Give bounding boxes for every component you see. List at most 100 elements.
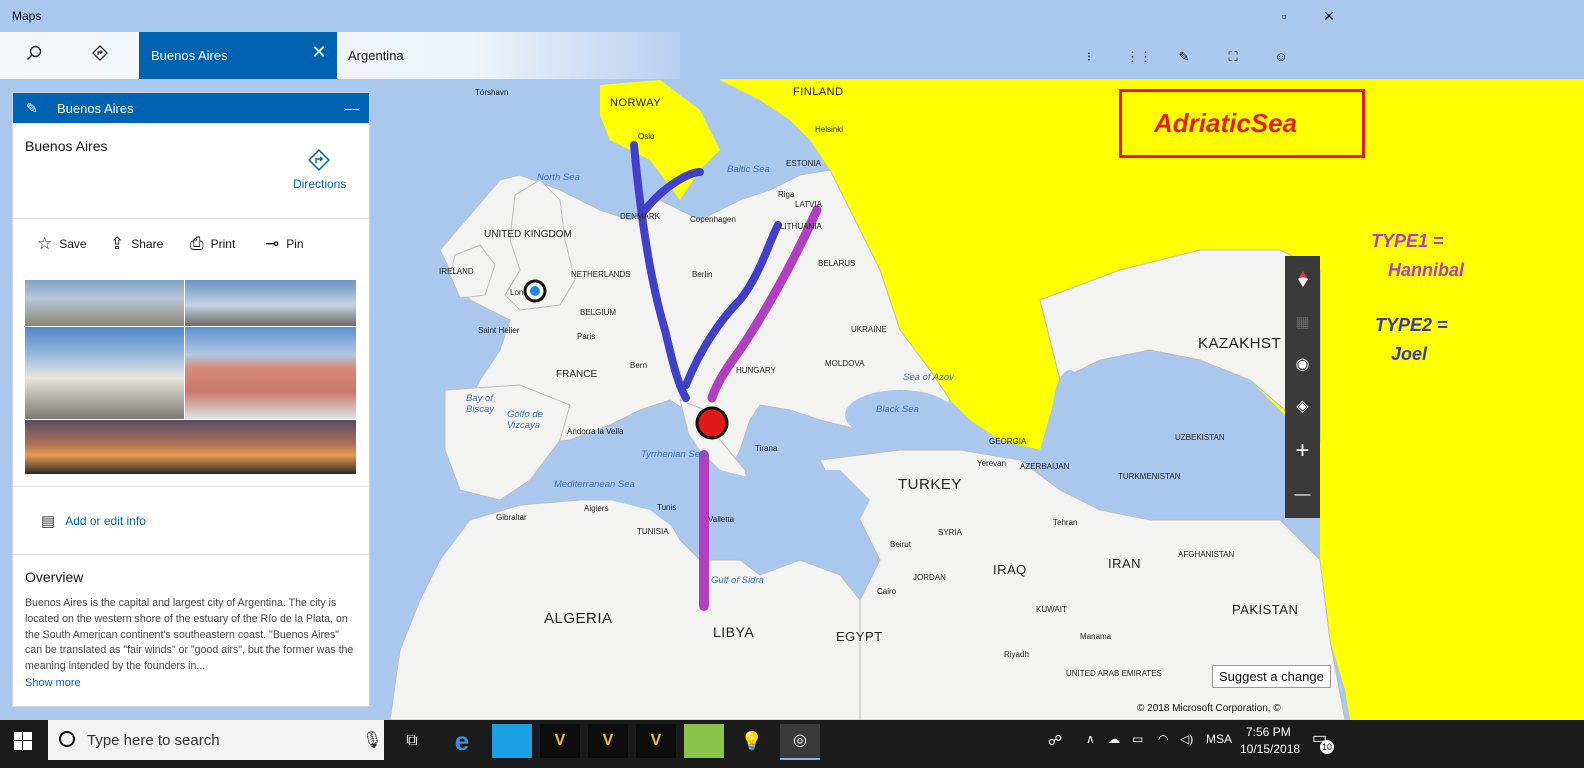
zoom-out-button[interactable]: —: [1285, 474, 1320, 516]
overview-text: Buenos Aires is the capital and largest …: [25, 597, 354, 673]
tab-close-button[interactable]: ✕: [307, 42, 331, 63]
traffic-icon[interactable]: ⁝: [1077, 45, 1101, 69]
place-name: Buenos Aires: [25, 138, 108, 154]
map-label-city: Manama: [1080, 632, 1112, 641]
close-button[interactable]: ✕: [1306, 0, 1352, 32]
map-label-sea: Black Sea: [876, 404, 919, 415]
map-label-city: Helsinki: [815, 125, 844, 134]
star-icon: ☆: [37, 234, 53, 253]
clock-time[interactable]: 7:56 PM: [1246, 725, 1291, 739]
map-label-country-large: IRAQ: [993, 562, 1027, 577]
map-label-city: Riyadh: [1004, 650, 1029, 659]
taskbar-search[interactable]: Type here to search 🎙: [48, 720, 384, 760]
measure-icon[interactable]: ⛶: [1221, 45, 1245, 69]
photo[interactable]: [185, 327, 356, 419]
tab-argentina[interactable]: Argentina: [348, 48, 404, 63]
map-label-city: Valletta: [708, 515, 735, 524]
photo-gallery[interactable]: [25, 280, 356, 474]
app-icon[interactable]: V: [540, 724, 580, 758]
chevron-up-icon[interactable]: ∧: [1086, 732, 1095, 746]
app-title: Maps: [12, 9, 42, 23]
map-label-country: IRELAND: [439, 267, 474, 276]
cloud-icon[interactable]: ☁: [1108, 732, 1120, 746]
map-label-sea: Mediterranean Sea: [554, 479, 635, 490]
lightbulb-icon[interactable]: 💡: [732, 724, 772, 758]
divider: [13, 554, 369, 555]
map-label-city: Cairo: [877, 587, 897, 596]
search-icon[interactable]: [20, 42, 48, 70]
compass-icon[interactable]: [1285, 260, 1320, 302]
print-button[interactable]: ⎙ Print: [190, 234, 235, 254]
task-view-icon[interactable]: ⧉: [392, 724, 432, 758]
share-button[interactable]: ⇪ Share: [110, 234, 163, 254]
suggest-a-change-button[interactable]: Suggest a change: [1212, 665, 1331, 688]
annotation-type2-value: Joel: [1391, 344, 1428, 364]
map-label-country: ESTONIA: [786, 159, 821, 168]
volume-icon[interactable]: ◁): [1180, 732, 1193, 746]
map-label-country: FRANCE: [556, 369, 598, 380]
save-button[interactable]: ☆ Save: [37, 234, 87, 254]
app-icon[interactable]: V: [636, 724, 676, 758]
map-label-country-large: EGYPT: [836, 629, 883, 644]
grid-icon[interactable]: ⋮⋮: [1126, 45, 1152, 69]
app-icon[interactable]: [492, 724, 532, 758]
map-label-country: AZERBAIJAN: [1020, 462, 1070, 471]
maps-app-icon[interactable]: ◎: [780, 724, 820, 760]
people-icon[interactable]: ☍: [1048, 732, 1062, 749]
map-label-country: KUWAIT: [1036, 605, 1067, 614]
language-indicator[interactable]: MSA: [1206, 732, 1232, 746]
clock-date[interactable]: 10/15/2018: [1240, 742, 1300, 756]
map-label-city: Oslo: [638, 132, 655, 141]
map-label-country-large: KAZAKHST: [1198, 335, 1282, 352]
map-label-country: BELARUS: [818, 259, 856, 268]
maximize-button[interactable]: ▫: [1261, 0, 1307, 32]
photo[interactable]: [25, 420, 356, 474]
directions-icon[interactable]: [308, 149, 330, 171]
windows-start-icon[interactable]: [14, 732, 34, 752]
photo[interactable]: [25, 327, 184, 419]
photo[interactable]: [185, 280, 356, 326]
pin-button[interactable]: ⊸ Pin: [265, 234, 304, 254]
directions-button[interactable]: Directions: [293, 177, 346, 191]
minimize-panel-button[interactable]: —: [341, 97, 363, 119]
wifi-icon[interactable]: ◠: [1158, 732, 1168, 746]
app-icon[interactable]: V: [588, 724, 628, 758]
zoom-in-button[interactable]: +: [1285, 430, 1320, 472]
directions-icon[interactable]: [86, 42, 114, 70]
map-layers-icon[interactable]: ◈: [1285, 386, 1320, 428]
map-label-country: JORDAN: [913, 573, 946, 582]
map-label-country: GEORGIA: [989, 437, 1027, 446]
map-label-country: UNITED ARAB EMIRATES: [1066, 669, 1162, 678]
tilt-icon[interactable]: ▦: [1285, 302, 1320, 344]
user-icon[interactable]: ☺: [1269, 45, 1293, 69]
map-controls: ▦ ◉ ◈ + —: [1285, 256, 1320, 518]
pencil-icon[interactable]: ✎: [21, 97, 43, 119]
share-label: Share: [131, 237, 164, 251]
photo[interactable]: [25, 280, 184, 326]
map-label-country: UNITED KINGDOM: [484, 229, 572, 240]
app-icon[interactable]: [684, 724, 724, 758]
map-label-city: Beirut: [890, 540, 911, 549]
locate-me-icon[interactable]: ◉: [1285, 344, 1320, 386]
print-label: Print: [210, 237, 236, 251]
map-label-city: Tehran: [1053, 518, 1078, 527]
cortana-icon: [58, 730, 76, 748]
map-label-sea: Tyrrhenian Sea: [641, 449, 706, 460]
map-label-country-large: LIBYA: [713, 624, 755, 640]
notification-count: 10: [1320, 740, 1334, 754]
edge-icon[interactable]: e: [442, 724, 482, 758]
map-label-city: Bern: [630, 361, 647, 370]
map-label-city: Copenhagen: [690, 215, 736, 224]
map-label-city: Tunis: [657, 503, 677, 512]
map-label-sea: North Sea: [537, 172, 580, 183]
map-label-city: Berlin: [692, 270, 713, 279]
tab-buenos-aires[interactable]: Buenos Aires ✕: [139, 32, 337, 79]
panel-header-title: Buenos Aires: [57, 101, 134, 116]
add-or-edit-info-button[interactable]: ▤ Add or edit info: [41, 512, 146, 530]
map-label-country-large: TURKEY: [898, 476, 962, 493]
microphone-icon[interactable]: 🎙: [362, 730, 382, 750]
map-label-sea: Golfo de Vizcaya: [507, 409, 543, 431]
battery-icon[interactable]: ▭: [1132, 732, 1143, 746]
ink-icon[interactable]: ✎: [1172, 45, 1196, 69]
show-more-link[interactable]: Show more: [25, 677, 81, 689]
